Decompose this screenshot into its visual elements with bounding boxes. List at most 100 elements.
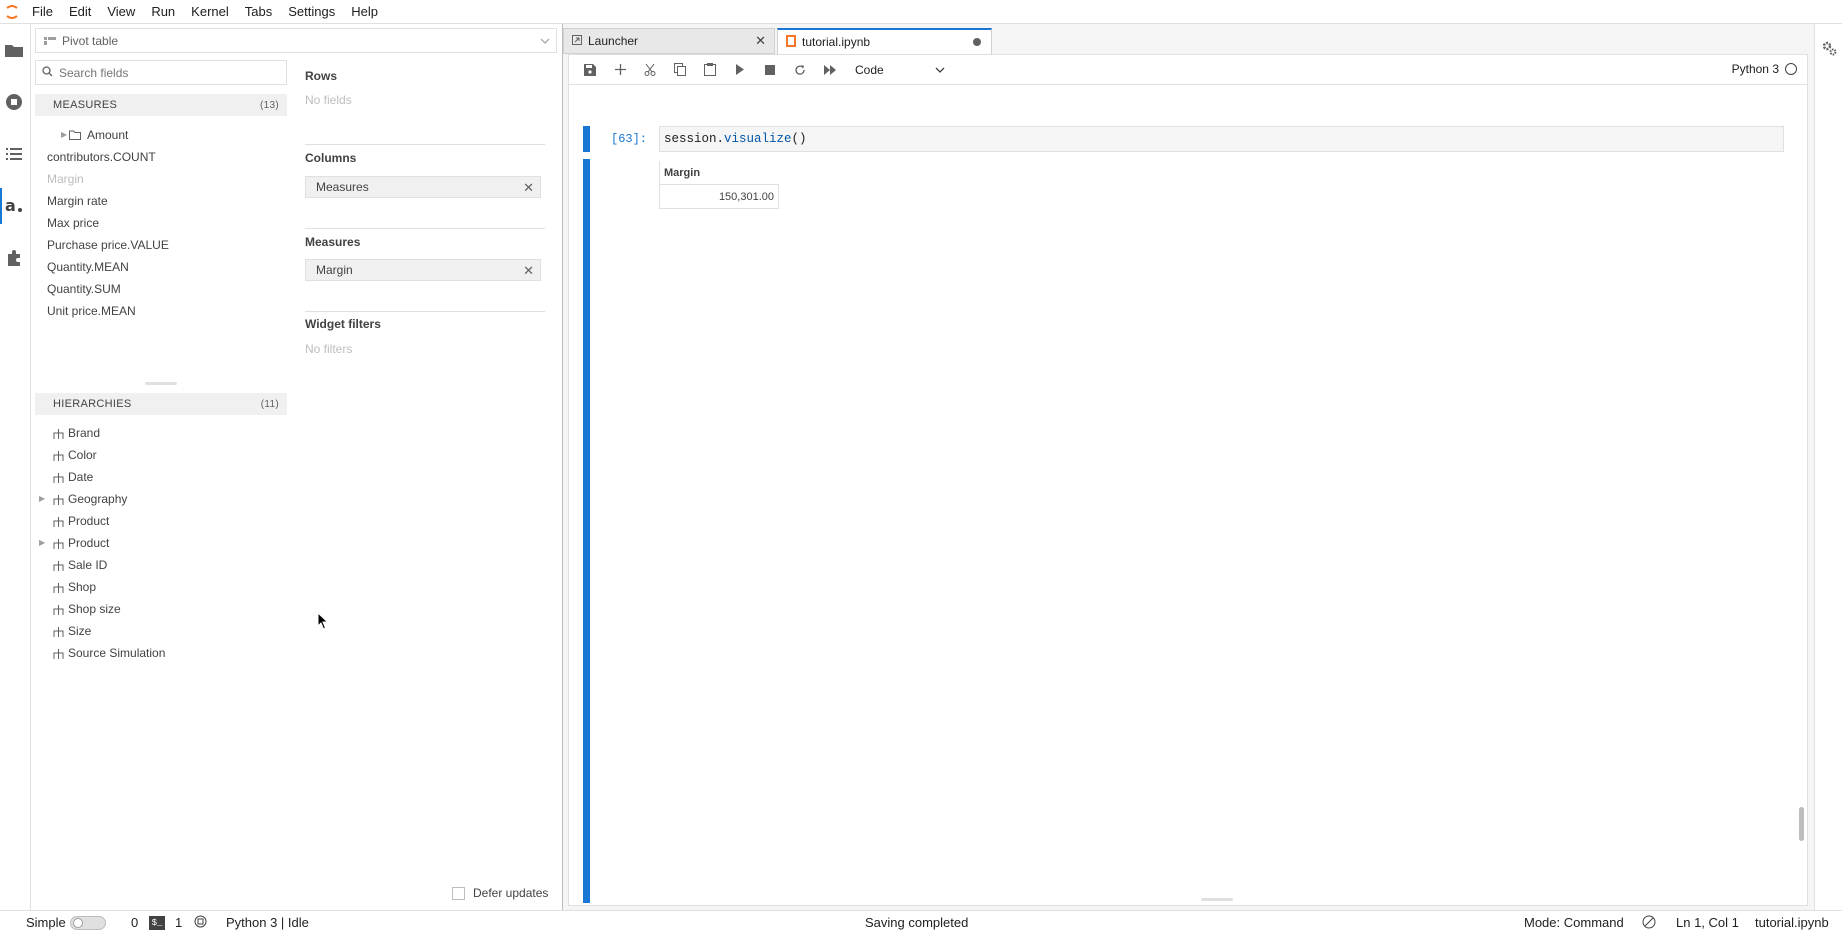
measure-item[interactable]: Margin rate	[47, 190, 108, 212]
remove-close-icon[interactable]: ✕	[523, 180, 534, 196]
hierarchy-icon	[53, 450, 64, 461]
terminal-icon[interactable]: $_	[149, 916, 165, 930]
defer-updates-label: Defer updates	[473, 886, 549, 900]
hierarchy-icon	[53, 648, 64, 659]
terminal-count[interactable]: 0	[131, 915, 138, 930]
hierarchy-item[interactable]: Color	[53, 444, 97, 466]
menu-tabs[interactable]: Tabs	[237, 0, 280, 24]
property-inspector-gear-icon[interactable]	[1821, 40, 1837, 59]
splitter-handle[interactable]	[145, 382, 177, 385]
measure-item[interactable]: Margin	[47, 168, 84, 190]
menu-run[interactable]: Run	[143, 0, 183, 24]
table-of-contents-icon[interactable]	[0, 136, 28, 172]
hierarchy-icon	[53, 472, 64, 483]
toggle-knob	[73, 918, 83, 928]
measure-item[interactable]: Max price	[47, 212, 99, 234]
simple-mode-toggle[interactable]	[70, 916, 106, 930]
kernel-status-text[interactable]: Python 3 | Idle	[226, 915, 309, 930]
output-column-header[interactable]: Margin	[659, 161, 779, 185]
cell-type-select[interactable]: Code	[855, 63, 945, 77]
restart-icon[interactable]	[785, 58, 815, 82]
measure-item[interactable]: Quantity.MEAN	[47, 256, 129, 278]
chevron-down-icon	[540, 35, 550, 49]
menu-file[interactable]: File	[24, 0, 61, 24]
hierarchies-section-header[interactable]: HIERARCHIES (11)	[35, 393, 287, 415]
main-area: Launcher ✕ tutorial.ipynb Code Python 3 …	[563, 24, 1842, 910]
stop-icon[interactable]	[755, 58, 785, 82]
menu-settings[interactable]: Settings	[280, 0, 343, 24]
active-cell-bar[interactable]	[583, 126, 590, 152]
measure-item[interactable]: Purchase price.VALUE	[47, 234, 169, 256]
chip-label: Margin	[316, 263, 353, 277]
notebook-icon	[786, 34, 796, 50]
expand-triangle-icon[interactable]: ▶	[39, 532, 45, 554]
checkbox-box[interactable]	[452, 886, 465, 900]
hierarchy-item[interactable]: ▶ Geography	[39, 488, 128, 510]
measure-item[interactable]: Quantity.SUM	[47, 278, 121, 300]
menu-edit[interactable]: Edit	[61, 0, 99, 24]
measure-item[interactable]: Unit price.MEAN	[47, 300, 136, 322]
menu-kernel[interactable]: Kernel	[183, 0, 237, 24]
menu-help[interactable]: Help	[343, 0, 386, 24]
output-cell-value[interactable]: 150,301.00	[659, 185, 779, 209]
hierarchy-item[interactable]: Source Simulation	[53, 642, 165, 664]
menu-view[interactable]: View	[99, 0, 143, 24]
trusted-shield-icon[interactable]	[1642, 915, 1656, 932]
hierarchy-item[interactable]: Sale ID	[53, 554, 107, 576]
defer-updates-checkbox[interactable]: Defer updates	[452, 886, 548, 900]
hierarchy-item[interactable]: Brand	[53, 422, 100, 444]
unsaved-dot-icon[interactable]	[973, 38, 981, 46]
kernel-count[interactable]: 1	[175, 915, 182, 930]
hierarchy-item[interactable]: Shop	[53, 576, 96, 598]
hierarchy-label: Geography	[68, 492, 128, 506]
run-icon[interactable]	[725, 58, 755, 82]
measures-chip-margin[interactable]: Margin ✕	[305, 259, 541, 281]
hierarchy-label: Source Simulation	[68, 646, 166, 660]
hierarchies-header-label: HIERARCHIES	[53, 398, 132, 410]
fast-forward-icon[interactable]	[815, 58, 845, 82]
vertical-scrollbar[interactable]	[1799, 807, 1804, 841]
hierarchy-item[interactable]: Shop size	[53, 598, 121, 620]
active-cell-output-bar[interactable]	[583, 159, 590, 903]
running-sessions-icon[interactable]	[0, 84, 28, 120]
hierarchy-item[interactable]: Size	[53, 620, 91, 642]
search-fields-input[interactable]	[59, 65, 279, 80]
paste-icon[interactable]	[695, 58, 725, 82]
hierarchy-icon	[53, 516, 64, 527]
hierarchy-icon	[53, 538, 64, 549]
remove-close-icon[interactable]: ✕	[523, 263, 534, 279]
hierarchy-icon	[53, 494, 64, 505]
hierarchy-label: Shop	[68, 580, 97, 594]
hierarchy-label: Shop size	[68, 602, 121, 616]
measure-folder-amount[interactable]: ▶ Amount	[61, 124, 128, 146]
add-cell-icon[interactable]	[605, 58, 635, 82]
cut-icon[interactable]	[635, 58, 665, 82]
extension-puzzle-icon[interactable]	[0, 240, 28, 276]
tab-tutorial-notebook[interactable]: tutorial.ipynb	[777, 28, 992, 54]
folder-icon[interactable]	[0, 32, 28, 68]
hierarchy-item[interactable]: Date	[53, 466, 93, 488]
expand-triangle-icon[interactable]: ▶	[61, 124, 67, 146]
pivot-table-icon	[44, 34, 56, 48]
columns-chip-measures[interactable]: Measures ✕	[305, 176, 541, 198]
chip-label: Measures	[316, 180, 369, 194]
tab-bar: Launcher ✕ tutorial.ipynb	[563, 28, 994, 54]
code-parens: ()	[791, 132, 807, 146]
horizontal-scroll-handle[interactable]	[1201, 898, 1233, 901]
tab-launcher[interactable]: Launcher ✕	[563, 28, 775, 54]
mode-indicator[interactable]: Mode: Command	[1524, 915, 1624, 930]
measure-item[interactable]: contributors.COUNT	[47, 146, 156, 168]
save-icon[interactable]	[575, 58, 605, 82]
close-tab-icon[interactable]: ✕	[755, 33, 766, 49]
atoti-icon[interactable]: a	[0, 188, 28, 224]
hierarchy-item[interactable]: ▶ Product	[39, 532, 109, 554]
measures-section-header[interactable]: MEASURES (13)	[35, 94, 287, 116]
hierarchy-item[interactable]: Product	[53, 510, 109, 532]
kernel-indicator[interactable]: Python 3	[1732, 62, 1797, 76]
widget-type-select[interactable]: Pivot table	[35, 28, 557, 53]
kernel-sessions-icon[interactable]	[194, 915, 207, 931]
expand-triangle-icon[interactable]: ▶	[39, 488, 45, 510]
copy-icon[interactable]	[665, 58, 695, 82]
code-cell-input[interactable]: session.visualize()	[659, 126, 1784, 152]
cursor-position[interactable]: Ln 1, Col 1	[1676, 915, 1739, 930]
